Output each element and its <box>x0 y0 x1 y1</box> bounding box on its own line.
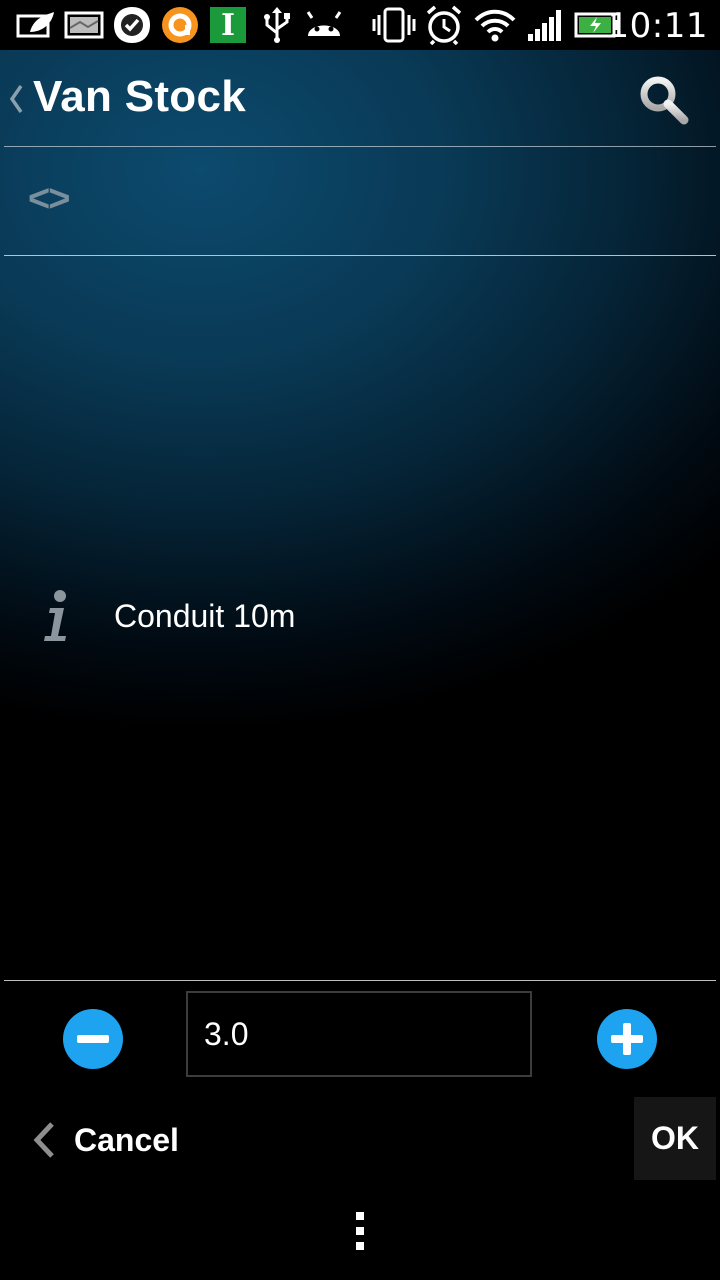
vibrate-icon <box>372 7 416 43</box>
back-chevron-icon[interactable] <box>8 82 24 116</box>
wifi-icon <box>474 8 516 42</box>
image-notification-icon <box>64 8 104 42</box>
main-background <box>0 50 720 982</box>
header-divider <box>4 146 716 147</box>
search-icon[interactable] <box>636 72 692 128</box>
cancel-button[interactable]: Cancel <box>30 1108 179 1172</box>
signal-icon <box>526 8 564 42</box>
chevron-left-icon <box>33 1122 54 1158</box>
overflow-menu-icon[interactable] <box>354 1212 366 1254</box>
usb-icon <box>260 7 294 43</box>
info-icon[interactable] <box>40 588 72 644</box>
android-debug-icon <box>304 8 344 42</box>
stepper-divider <box>4 980 716 981</box>
nav-arrows[interactable]: <> <box>28 178 70 221</box>
leaf-message-icon <box>16 8 56 42</box>
cancel-label: Cancel <box>74 1121 179 1158</box>
increment-button[interactable] <box>597 1009 657 1069</box>
status-clock: 10:11 <box>607 6 708 46</box>
instapaper-letter: I <box>220 7 236 43</box>
quantity-input[interactable]: 3.0 <box>186 991 532 1077</box>
instapaper-icon: I <box>210 7 246 43</box>
decrement-button[interactable] <box>63 1009 123 1069</box>
nav-divider <box>4 255 716 256</box>
status-bar: I 10:11 <box>0 0 720 50</box>
orange-app-icon <box>160 7 200 43</box>
check-badge-icon <box>112 7 152 43</box>
item-name: Conduit 10m <box>114 598 296 634</box>
alarm-icon <box>424 5 464 45</box>
page-title[interactable]: Van Stock <box>33 72 246 122</box>
ok-button[interactable]: OK <box>634 1097 716 1180</box>
